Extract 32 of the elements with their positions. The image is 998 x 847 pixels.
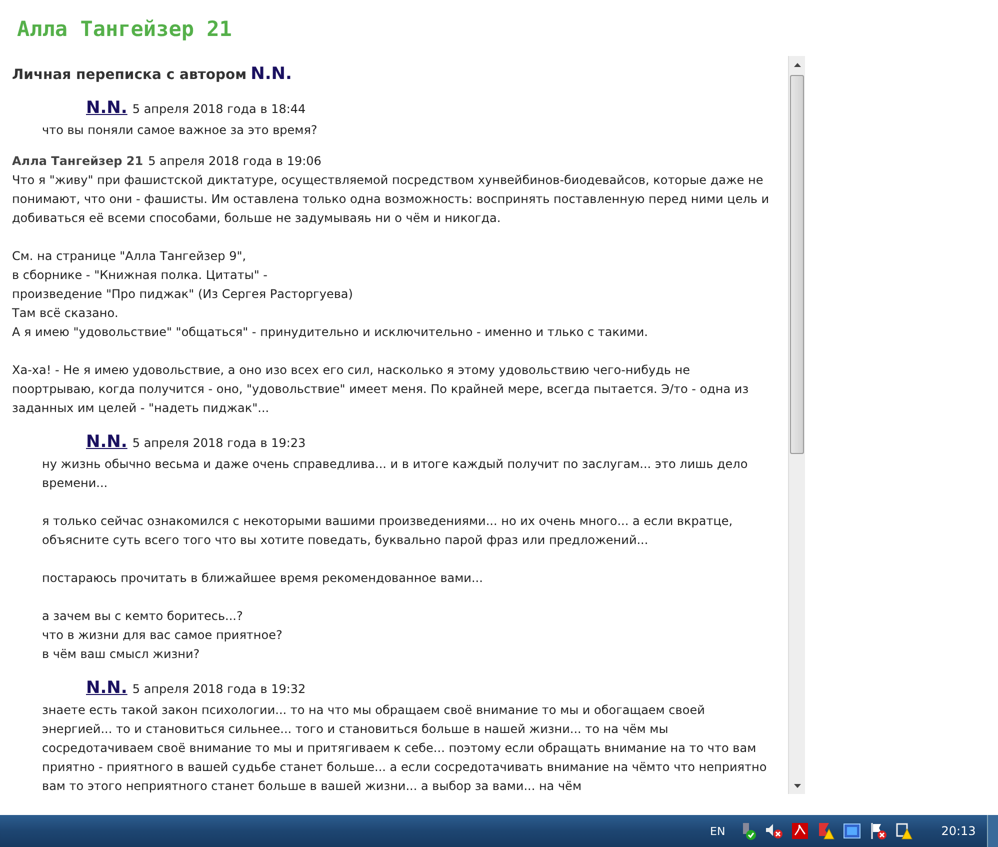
document-icon[interactable] xyxy=(791,822,810,840)
scroll-thumb[interactable] xyxy=(790,75,804,454)
scrollbar[interactable] xyxy=(788,56,805,794)
message-date: 5 апреля 2018 года в 19:23 xyxy=(132,436,306,450)
window-app-icon[interactable] xyxy=(843,822,862,840)
message-paragraph: что вы поняли самое важное за это время? xyxy=(41,122,318,139)
heading-text: Личная переписка с автором xyxy=(12,67,247,83)
author-link[interactable]: N.N. xyxy=(86,678,128,698)
author-link[interactable]: N.N. xyxy=(86,98,128,118)
message-date: 5 апреля 2018 года в 18:44 xyxy=(132,102,306,116)
message-paragraph: Что я "живу" при фашистской диктатуре, осуществляемой посредством хунвейбинов-биодевайсов, которые даже не понимают, что они - фашисты. Им оставлена только одна возможность: воспринять поставленную перед ними цель и добиваться её всеми способами, больше не задумываяь ни о чём и никогда. xyxy=(12,172,770,227)
message-date: 5 апреля 2018 года в 19:32 xyxy=(132,682,306,696)
author-name: N.N. xyxy=(250,64,292,84)
message-paragraph: См. на странице "Алла Тангейзер 9", в сборнике - "Книжная полка. Цитаты" - произведение "Про пиджак" (Из Сергея Расторгуева) Там всё сказано. А я имею "удовольствие" "общаться" - принудительно и исключительно - именно и тлько с такими. xyxy=(12,248,649,341)
clock[interactable]: 20:13 xyxy=(941,824,976,838)
message-paragraph: а зачем вы с кемто боритесь...? что в жизни для вас самое приятное? в чём ваш смысл жизни? xyxy=(41,608,284,663)
page-title: Алла Тангейзер 21 xyxy=(17,16,232,43)
scroll-up-icon[interactable] xyxy=(794,62,800,66)
message-paragraph: знаете есть такой закон психологии... то на что мы обращаем своё внимание то мы и обогащаем своей энергией... то и становиться сильнее... того и становиться больше в нашей жизни... то на чём мы сосредотачиваем своё внимание то мы и притягиваем к себе... поэтому если обращать внимание на то что вам приятно - приятного в вашей судьбе станет больше... а если сосредотачивать внимание на чёмто что неприятно вам то этого неприятного станет больше в вашей жизни... а выбор за вами... на чём xyxy=(41,702,768,794)
language-indicator[interactable]: EN xyxy=(710,824,726,838)
message-paragraph: постараюсь прочитать в ближайшее время рекомендованное вами... xyxy=(41,570,484,587)
flag-warning-icon[interactable] xyxy=(817,822,836,840)
message-date: 5 апреля 2018 года в 19:06 xyxy=(148,154,322,168)
message-paragraph: Ха-ха! - Не я имею удовольствие, а оно изо всех его сил, насколько я этому удовольствию чего-нибудь не поортрываю, когда получится - оно, "удовольствие" имеет меня. По крайней мере, всегда пытается. Э/то - одна из заданных им целей - "надеть пиджак"... xyxy=(12,362,750,417)
author-name: Алла Тангейзер 21 xyxy=(12,154,144,168)
flag-error-icon[interactable] xyxy=(869,822,888,840)
network-warning-icon[interactable] xyxy=(895,822,914,840)
author-link[interactable]: N.N. xyxy=(86,432,128,452)
message-paragraph: ну жизнь обычно весьма и даже очень справедлива... и в итоге каждый получит по заслугам... это лишь дело времени... xyxy=(41,456,749,492)
scroll-down-icon[interactable] xyxy=(794,784,800,788)
speaker-muted-icon[interactable] xyxy=(765,822,784,840)
message-paragraph: я только сейчас ознакомился с некоторыми вашими произведениями... но их очень много... а если вкратце, объясните суть всего того что вы хотите поведать, буквально парой фраз или предложений... xyxy=(41,513,734,549)
